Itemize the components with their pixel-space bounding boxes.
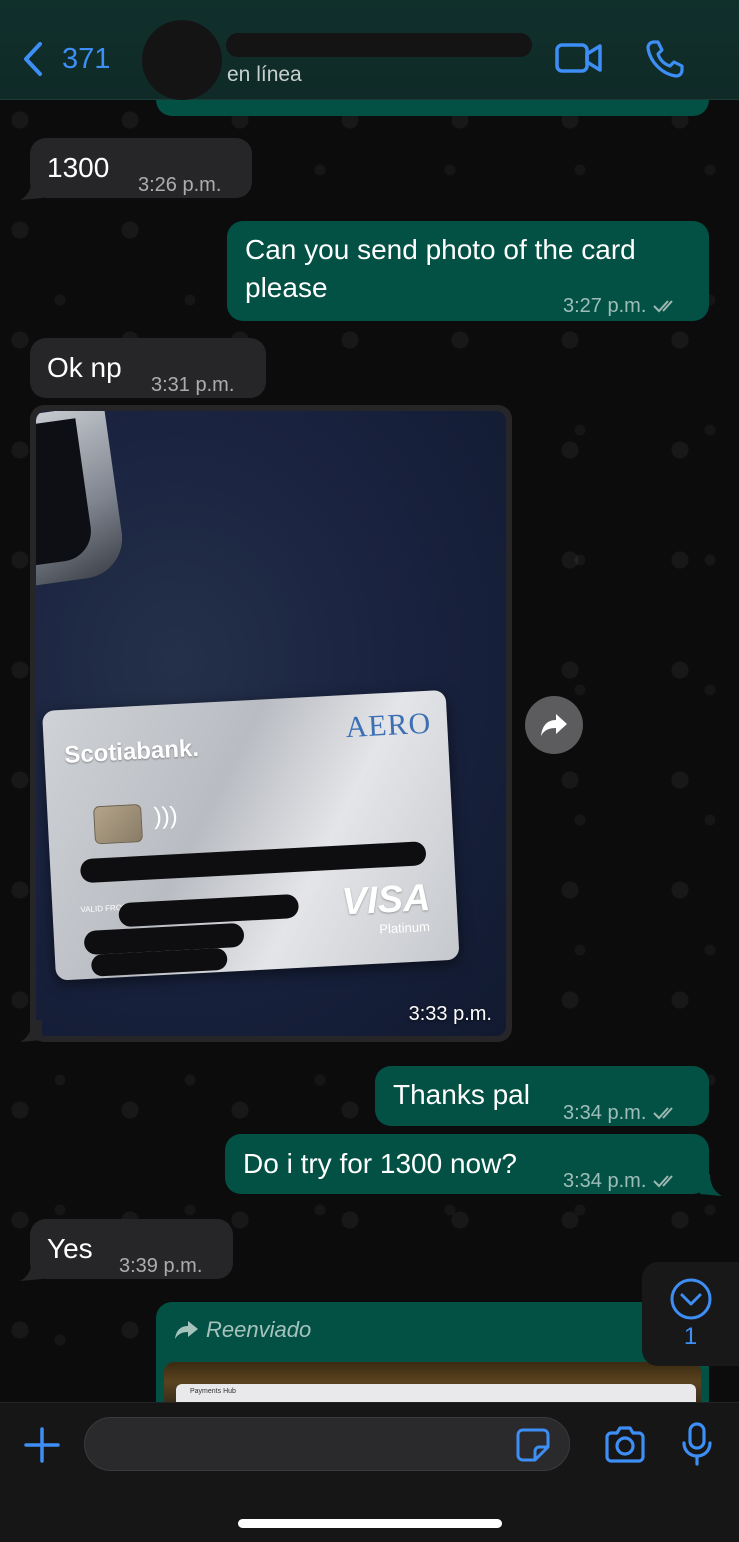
message-text: Thanks pal <box>393 1079 530 1110</box>
message-text: 1300 <box>47 152 110 183</box>
unread-chats-count: 371 <box>62 42 111 75</box>
camera-icon <box>605 1426 645 1463</box>
sticker-button[interactable] <box>515 1427 551 1468</box>
chat-header: 371 en línea <box>0 0 739 100</box>
browser-tab-label: Payments Hub <box>190 1388 236 1395</box>
microphone-icon <box>682 1422 712 1466</box>
sticker-icon <box>516 1428 550 1462</box>
contact-status: en línea <box>227 63 302 86</box>
message-time: 3:31 p.m. <box>151 374 235 396</box>
photo-message[interactable]: Scotiabank. AERO ))) VALID FROM VISA Pla… <box>30 405 512 1042</box>
card-chip-icon <box>93 803 143 845</box>
video-call-button[interactable] <box>554 38 604 78</box>
message-input[interactable] <box>84 1417 570 1471</box>
outgoing-message[interactable]: Thanks pal 3:34 p.m. <box>375 1066 709 1126</box>
message-text: Yes <box>47 1233 93 1264</box>
phone-in-photo <box>36 411 128 588</box>
unread-count-badge: 1 <box>683 1323 698 1350</box>
double-check-icon <box>653 300 674 313</box>
message-time: 3:34 p.m. <box>563 1094 680 1132</box>
contact-avatar[interactable] <box>142 20 222 100</box>
back-button[interactable]: 371 <box>18 38 110 80</box>
video-camera-icon <box>555 43 602 73</box>
scroll-to-bottom-button[interactable]: 1 <box>642 1262 739 1366</box>
bubble-tail <box>20 178 42 200</box>
card-photo[interactable]: Scotiabank. AERO ))) VALID FROM VISA Pla… <box>36 411 506 1036</box>
outgoing-message[interactable]: Can you send photo of the card please 3:… <box>227 221 709 321</box>
forwarded-label: Reenviado <box>206 1317 312 1342</box>
redaction-bar <box>79 841 427 884</box>
message-time-text: 3:34 p.m. <box>563 1170 647 1192</box>
double-check-icon <box>653 1107 674 1120</box>
bubble-tail <box>20 1259 42 1281</box>
message-time-text: 3:27 p.m. <box>563 295 647 317</box>
incoming-message[interactable]: 1300 3:26 p.m. <box>30 138 252 198</box>
message-time: 3:26 p.m. <box>138 174 222 196</box>
home-indicator <box>238 1519 502 1528</box>
voice-message-button[interactable] <box>680 1421 714 1472</box>
message-text: Do i try for 1300 now? <box>243 1148 517 1179</box>
message-time: 3:34 p.m. <box>563 1162 680 1200</box>
forwarded-arrow-icon <box>175 1321 198 1339</box>
bubble-tail <box>700 1174 722 1196</box>
message-text: Ok np <box>47 352 122 383</box>
bubble-tail <box>20 1020 42 1042</box>
plus-icon <box>24 1427 60 1463</box>
message-time: 3:33 p.m. <box>408 1003 492 1025</box>
forward-arrow-icon <box>541 714 567 736</box>
outgoing-message[interactable]: Do i try for 1300 now? 3:34 p.m. <box>225 1134 709 1194</box>
card-brand: AERO <box>344 706 433 745</box>
contact-name-redacted[interactable] <box>226 33 532 57</box>
contactless-icon: ))) <box>152 802 179 831</box>
card-tier: Platinum <box>378 919 431 937</box>
attach-button[interactable] <box>22 1425 62 1470</box>
message-time: 3:27 p.m. <box>563 287 680 325</box>
voice-call-button[interactable] <box>644 38 686 80</box>
card-network: VISA <box>340 876 432 924</box>
message-composer <box>0 1402 739 1542</box>
phone-icon <box>646 40 684 78</box>
incoming-message[interactable]: Yes 3:39 p.m. <box>30 1219 233 1279</box>
redaction-bar <box>118 893 300 928</box>
forward-button[interactable] <box>525 696 583 754</box>
card-bank-name: Scotiabank. <box>63 734 200 769</box>
camera-button[interactable] <box>603 1425 647 1470</box>
message-time: 3:39 p.m. <box>119 1255 203 1277</box>
chevron-left-icon <box>24 42 42 76</box>
double-check-icon <box>653 1175 674 1188</box>
chevron-down-circle-icon <box>670 1278 711 1320</box>
incoming-message[interactable]: Ok np 3:31 p.m. <box>30 338 266 398</box>
message-time-text: 3:34 p.m. <box>563 1102 647 1124</box>
credit-card-image: Scotiabank. AERO ))) VALID FROM VISA Pla… <box>42 689 460 981</box>
forwarded-message[interactable]: Reenviado Payments Hub <box>156 1302 709 1412</box>
